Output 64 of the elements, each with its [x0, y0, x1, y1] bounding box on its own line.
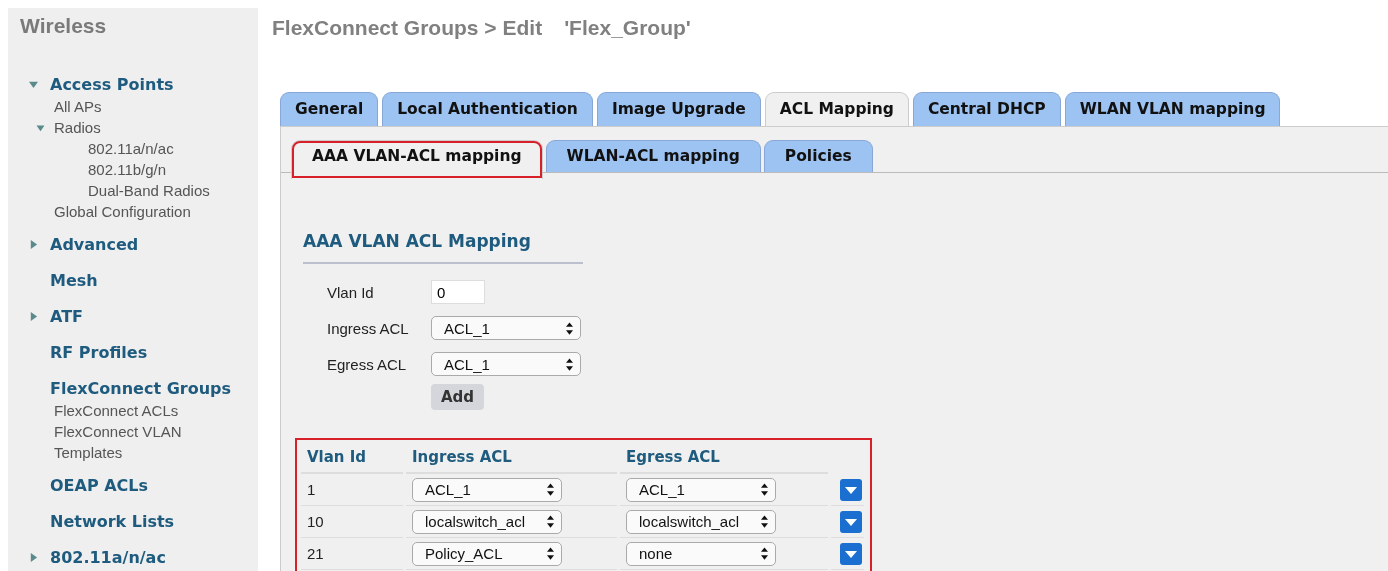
sidebar-title: Wireless [20, 14, 108, 38]
section-title: AAA VLAN ACL Mapping [303, 231, 583, 264]
sidebar-item[interactable]: OEAP ACLs [50, 475, 149, 495]
group-name: 'Flex_Group' [564, 16, 691, 41]
sidebar-item[interactable]: 802.11a/n/ac [50, 547, 166, 567]
table-cell: 10 [301, 506, 403, 538]
tab[interactable]: ACL Mapping [764, 92, 909, 126]
egress-acl-select[interactable]: ACL_1 [626, 477, 776, 502]
up-down-arrows-icon [566, 357, 573, 371]
ingress-acl-select[interactable]: ACL_1 [431, 316, 581, 340]
ingress-acl-select[interactable]: ACL_1 [412, 477, 562, 502]
sidebar-item[interactable]: FlexConnect Groups [50, 378, 232, 398]
up-down-arrows-icon [761, 515, 768, 528]
column-header: Ingress ACL [406, 448, 617, 474]
sidebar-subitem[interactable]: Dual-Band Radios [88, 180, 210, 201]
right-triangle-icon[interactable] [29, 551, 38, 563]
egress-acl-select[interactable]: ACL_1 [431, 352, 581, 376]
up-down-arrows-icon [547, 515, 554, 528]
ingress-acl-select[interactable]: localswitch_acl [412, 509, 562, 534]
tab[interactable]: Image Upgrade [596, 92, 761, 126]
right-triangle-icon[interactable] [29, 310, 38, 322]
sidebar-subitem[interactable]: FlexConnect ACLs [54, 400, 179, 421]
vlan-id-field[interactable]: 0 [431, 280, 485, 304]
down-triangle-icon[interactable] [36, 123, 45, 132]
field-label: Ingress ACL [327, 319, 410, 337]
column-header: Egress ACL [620, 448, 828, 474]
egress-acl-select[interactable]: localswitch_acl [626, 509, 776, 534]
up-down-arrows-icon [547, 547, 554, 560]
column-header: Vlan Id [301, 448, 403, 474]
table-cell: 1 [301, 474, 403, 506]
egress-acl-select[interactable]: none [626, 541, 776, 566]
field-label: Egress ACL [327, 355, 408, 373]
dropdown-icon[interactable] [839, 542, 862, 565]
subtab[interactable]: AAA VLAN-ACL mapping [291, 140, 543, 179]
sidebar-item[interactable]: RF Profiles [50, 342, 148, 362]
sidebar-item[interactable]: Access Points [50, 74, 174, 94]
up-down-arrows-icon [761, 547, 768, 560]
dropdown-icon[interactable] [839, 510, 862, 533]
up-down-arrows-icon [547, 483, 554, 496]
sidebar-subitem[interactable]: All APs [54, 96, 102, 117]
up-down-arrows-icon [566, 321, 573, 335]
field-label: Vlan Id [327, 283, 375, 301]
subtab[interactable]: Policies [763, 140, 873, 172]
tab[interactable]: General [280, 92, 379, 126]
subtab[interactable]: WLAN-ACL mapping [545, 140, 761, 172]
sidebar-item[interactable]: ATF [50, 306, 83, 326]
ingress-acl-select[interactable]: Policy_ACL [412, 541, 562, 566]
tab[interactable]: Local Authentication [382, 92, 593, 126]
right-triangle-icon[interactable] [29, 238, 38, 250]
up-down-arrows-icon [761, 483, 768, 496]
table-cell: 21 [301, 538, 403, 570]
add-button[interactable]: Add [431, 384, 485, 410]
tab[interactable]: WLAN VLAN mapping [1064, 92, 1281, 126]
sidebar-item[interactable]: Advanced [50, 234, 139, 254]
sidebar-subitem[interactable]: 802.11b/g/n [88, 159, 167, 180]
sidebar-item[interactable]: Network Lists [50, 511, 175, 531]
sidebar-item[interactable]: Mesh [50, 270, 98, 290]
sidebar-subitem[interactable]: 802.11a/n/ac [88, 138, 174, 159]
sidebar-subitem[interactable]: Radios [54, 117, 101, 138]
sidebar-subitem[interactable]: FlexConnect VLAN Templates [54, 421, 214, 463]
page-title: FlexConnect Groups > Edit [272, 16, 543, 41]
sidebar-subitem[interactable]: Global Configuration [54, 201, 191, 222]
dropdown-icon[interactable] [839, 478, 862, 501]
tab[interactable]: Central DHCP [912, 92, 1061, 126]
